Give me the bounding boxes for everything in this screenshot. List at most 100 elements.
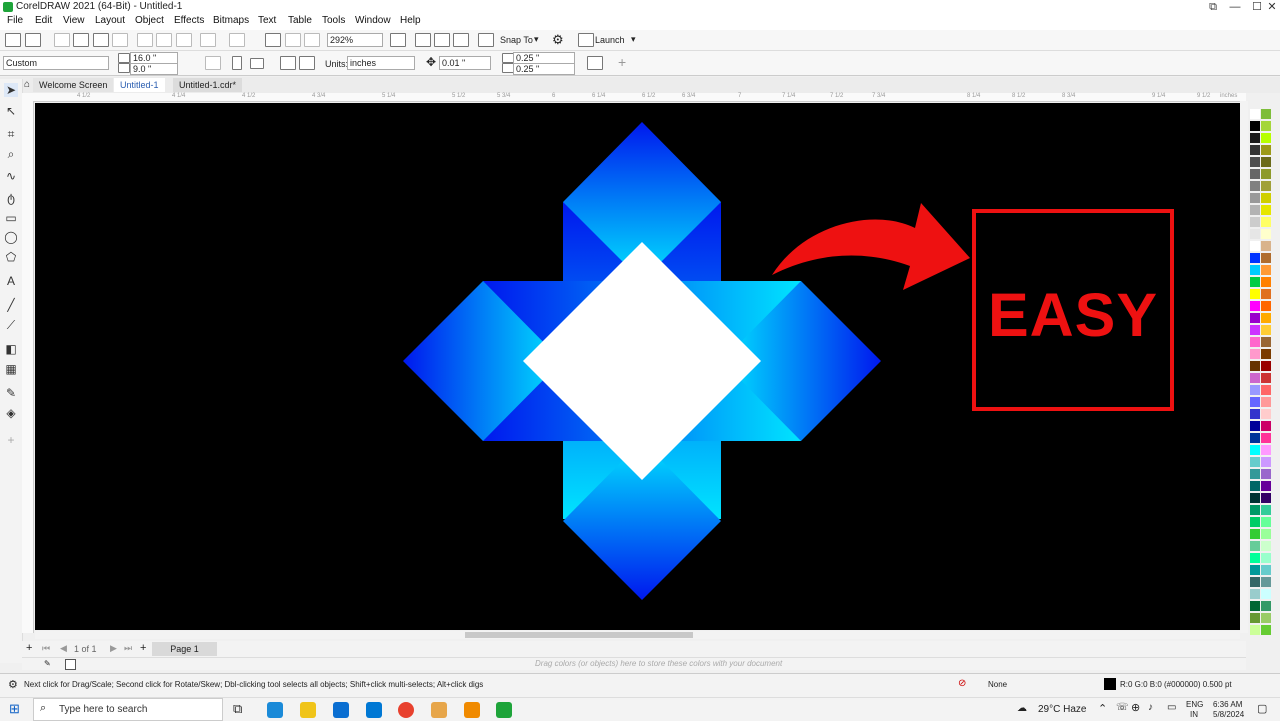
palette-swatch[interactable] — [1261, 181, 1271, 191]
next-page-icon[interactable]: ▶ — [110, 643, 117, 654]
palette-swatch[interactable] — [1250, 529, 1260, 539]
outline-color-swatch[interactable] — [1104, 678, 1116, 690]
tab-untitled-1-cdr[interactable]: Untitled-1.cdr* — [173, 78, 243, 92]
palette-swatch[interactable] — [1261, 589, 1271, 599]
palette-swatch[interactable] — [1261, 157, 1271, 167]
easy-text[interactable]: EASY — [976, 280, 1170, 350]
launch-icon[interactable] — [578, 33, 594, 47]
palette-swatch[interactable] — [1250, 241, 1260, 251]
polygon-tool-icon[interactable]: ⬠ — [4, 250, 18, 264]
eyedropper-tool-icon[interactable]: ✎ — [4, 386, 18, 400]
palette-swatch[interactable] — [1250, 385, 1260, 395]
palette-swatch[interactable] — [1250, 613, 1260, 623]
palette-swatch[interactable] — [1250, 505, 1260, 515]
shape-tool-icon[interactable]: ↖ — [4, 104, 18, 118]
launch-button[interactable]: Launch — [595, 35, 625, 45]
white-center-diamond[interactable] — [523, 242, 761, 480]
palette-swatch[interactable] — [1261, 277, 1271, 287]
palette-swatch[interactable] — [1250, 301, 1260, 311]
palette-swatch[interactable] — [1261, 577, 1271, 587]
tab-untitled-1[interactable]: Untitled-1 — [114, 78, 165, 92]
palette-swatch[interactable] — [1250, 289, 1260, 299]
edge-browser-icon[interactable] — [267, 702, 283, 718]
print-icon[interactable] — [112, 33, 128, 47]
windows-start-icon[interactable]: ⊞ — [9, 701, 20, 717]
red-arrow[interactable] — [772, 203, 970, 290]
palette-swatch[interactable] — [1250, 193, 1260, 203]
menu-tools[interactable]: Tools — [322, 15, 345, 26]
crop-tool-icon[interactable]: ⌗ — [4, 127, 18, 141]
menu-bitmaps[interactable]: Bitmaps — [213, 15, 249, 26]
coreldraw-taskbar-icon[interactable] — [496, 702, 512, 718]
palette-swatch[interactable] — [1261, 541, 1271, 551]
palette-swatch[interactable] — [1250, 361, 1260, 371]
redo-icon[interactable] — [229, 33, 245, 47]
menu-layout[interactable]: Layout — [95, 15, 125, 26]
horizontal-scroll-thumb[interactable] — [465, 632, 693, 638]
cloud-upload-icon[interactable] — [73, 33, 89, 47]
mail-icon[interactable] — [366, 702, 382, 718]
palette-swatch[interactable] — [1261, 337, 1271, 347]
gear-icon[interactable]: ⚙ — [8, 678, 18, 691]
vertical-ruler[interactable] — [22, 101, 34, 633]
palette-swatch[interactable] — [1261, 373, 1271, 383]
clock-time[interactable]: 6:36 AM — [1213, 700, 1242, 709]
globe-icon[interactable]: ⊕ — [1131, 701, 1140, 714]
palette-swatch[interactable] — [1261, 613, 1271, 623]
menu-effects[interactable]: Effects — [174, 15, 204, 26]
add-tool-icon[interactable]: + — [4, 433, 18, 447]
menu-help[interactable]: Help — [400, 15, 421, 26]
palette-swatch[interactable] — [1261, 445, 1271, 455]
text-tool-icon[interactable]: A — [4, 274, 18, 288]
menu-text[interactable]: Text — [258, 15, 276, 26]
palette-swatch[interactable] — [1250, 157, 1260, 167]
interactive-fill-icon[interactable]: ◈ — [4, 406, 18, 420]
palette-swatch[interactable] — [1250, 457, 1260, 467]
pick-tool-icon[interactable]: ➤ — [4, 83, 18, 97]
menu-window[interactable]: Window — [355, 15, 391, 26]
palette-swatch[interactable] — [1250, 469, 1260, 479]
minimize-button[interactable]: — — [1225, 0, 1245, 14]
palette-swatch[interactable] — [1250, 229, 1260, 239]
palette-swatch[interactable] — [1261, 229, 1271, 239]
palette-swatch[interactable] — [1261, 601, 1271, 611]
add-icon[interactable]: + — [618, 54, 626, 70]
drop-shadow-tool-icon[interactable]: ◧ — [4, 342, 18, 356]
menu-view[interactable]: View — [63, 15, 85, 26]
network-icon[interactable]: ☏ — [1116, 702, 1129, 713]
palette-swatch[interactable] — [1261, 133, 1271, 143]
app-icon[interactable] — [431, 702, 447, 718]
zoom-tool-icon[interactable]: ⌕ — [4, 147, 18, 161]
save-icon[interactable] — [54, 33, 70, 47]
chevron-up-icon[interactable]: ⌃ — [1098, 702, 1107, 715]
clock-date[interactable]: 5/8/2024 — [1213, 710, 1244, 719]
palette-swatch[interactable] — [1250, 349, 1260, 359]
palette-swatch[interactable] — [1261, 193, 1271, 203]
palette-swatch[interactable] — [1261, 109, 1271, 119]
connector-tool-icon[interactable]: ⟋ — [4, 318, 18, 332]
document-palette[interactable]: ✎ Drag colors (or objects) here to store… — [22, 657, 1246, 670]
palette-swatch[interactable] — [1250, 565, 1260, 575]
palette-swatch[interactable] — [1250, 217, 1260, 227]
last-page-icon[interactable]: ⏭ — [124, 643, 132, 654]
paste-icon[interactable] — [176, 33, 192, 47]
palette-swatch[interactable] — [1250, 169, 1260, 179]
import-icon[interactable] — [265, 33, 281, 47]
open-folder-icon[interactable] — [25, 33, 41, 47]
palette-swatch[interactable] — [1250, 601, 1260, 611]
full-screen-preview-icon[interactable] — [390, 33, 406, 47]
eyedropper-icon[interactable]: ✎ — [44, 659, 51, 668]
palette-swatch[interactable] — [1261, 349, 1271, 359]
palette-swatch[interactable] — [1261, 433, 1271, 443]
chevron-down-icon[interactable]: ▾ — [534, 34, 539, 45]
all-pages-size-icon[interactable] — [280, 56, 296, 70]
chrome-icon[interactable] — [398, 702, 414, 718]
menu-edit[interactable]: Edit — [35, 15, 52, 26]
show-grid-icon[interactable] — [434, 33, 450, 47]
chevron-down-icon[interactable]: ▾ — [631, 34, 636, 45]
palette-swatch[interactable] — [1250, 625, 1260, 635]
volume-icon[interactable]: ♪ — [1148, 702, 1153, 713]
palette-swatch[interactable] — [1250, 109, 1260, 119]
portrait-icon[interactable] — [232, 56, 242, 70]
menu-file[interactable]: File — [7, 15, 23, 26]
